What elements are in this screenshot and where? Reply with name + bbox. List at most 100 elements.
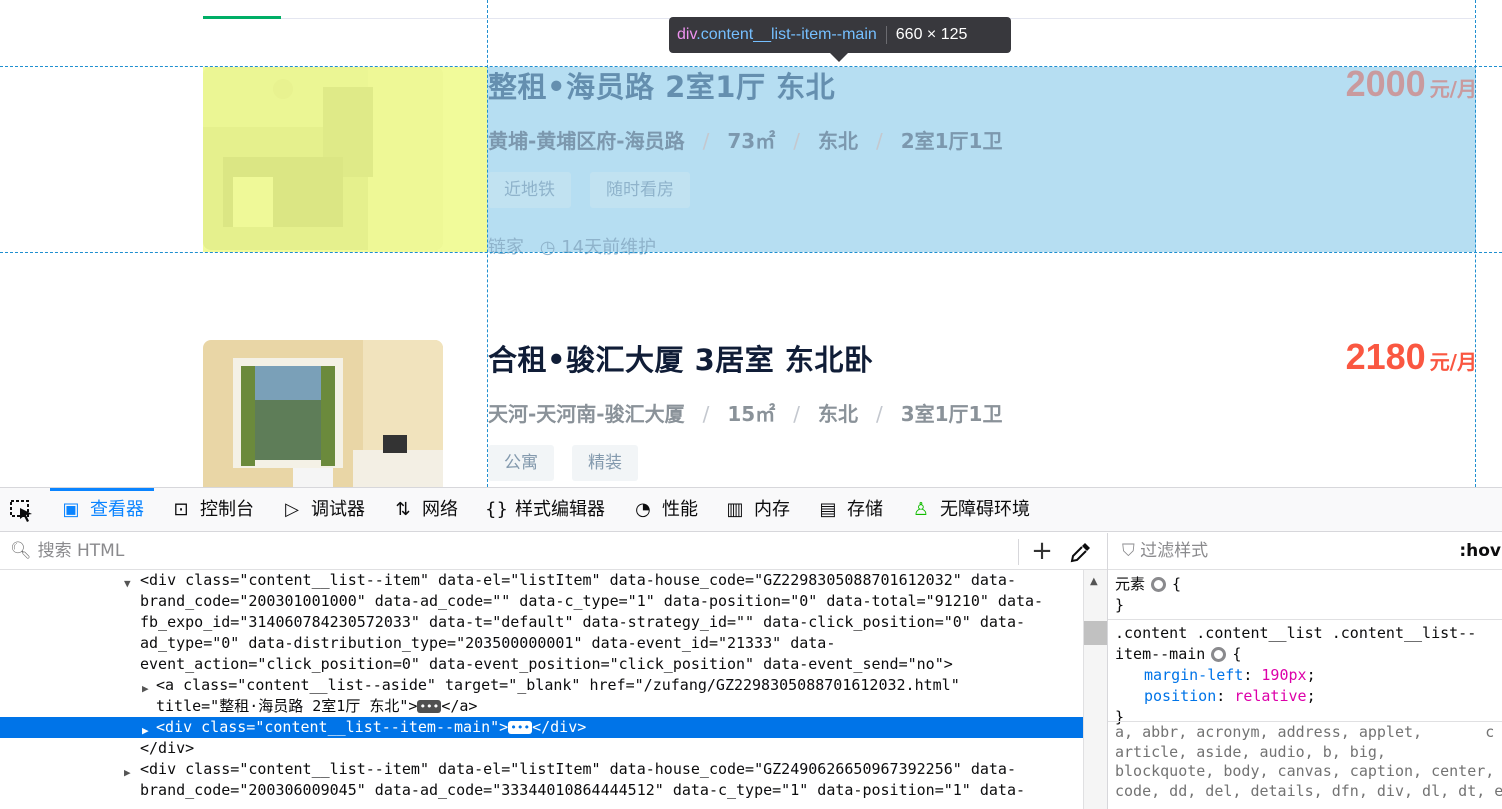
property-name[interactable]: margin-left bbox=[1144, 666, 1243, 684]
markup-view: ▼ <div class="content__list--item" data-e… bbox=[0, 570, 1083, 809]
tab-console[interactable]: ⊡ 控制台 bbox=[170, 488, 254, 532]
performance-icon: ◔ bbox=[635, 499, 651, 520]
markup-line[interactable]: </div> bbox=[0, 738, 1083, 759]
separator: / bbox=[875, 402, 883, 426]
markup-text: </div> bbox=[140, 739, 195, 757]
network-icon: ⇅ bbox=[395, 499, 411, 520]
search-placeholder: 搜索 HTML bbox=[37, 541, 125, 561]
css-rule: .content .content__list .content__list--… bbox=[1115, 623, 1500, 728]
separator: / bbox=[875, 129, 883, 153]
listing-2-photo[interactable] bbox=[203, 340, 443, 487]
tab-inspector[interactable]: ▣ 查看器 bbox=[50, 488, 154, 532]
listing-2-orientation: 东北 bbox=[817, 402, 858, 426]
tab-memory[interactable]: ▥ 内存 bbox=[724, 488, 790, 532]
markup-text: event_action="click_position=0" data-eve… bbox=[140, 655, 953, 673]
markup-text: <a class="content__list--aside" target="… bbox=[156, 676, 960, 694]
markup-text: <div class="content__list--item" data-el… bbox=[140, 571, 1016, 589]
element-picker-icon[interactable] bbox=[10, 500, 34, 522]
markup-line[interactable]: brand_code="200301001000" data-ad_code="… bbox=[0, 591, 1083, 612]
listing-2-photo-image bbox=[203, 340, 443, 487]
tab-storage[interactable]: ▤ 存储 bbox=[817, 488, 883, 532]
listing-2-title[interactable]: 合租•骏汇大厦 3居室 东北卧 bbox=[488, 337, 873, 379]
separator: / bbox=[702, 402, 710, 426]
markup-text: brand_code="200301001000" data-ad_code="… bbox=[140, 592, 1044, 610]
markup-line-selected[interactable]: ▶ <div class="content__list--item--main">… bbox=[0, 717, 1083, 738]
tooltip-tag: div bbox=[677, 26, 697, 43]
gear-icon[interactable] bbox=[1151, 577, 1167, 592]
scrollbar-thumb[interactable] bbox=[1084, 621, 1107, 645]
markup-line[interactable]: ▶ <a class="content__list--aside" target=… bbox=[0, 675, 1083, 696]
property-value[interactable]: 190px bbox=[1261, 666, 1306, 684]
accessibility-icon: ♙ bbox=[912, 499, 930, 520]
property-value[interactable]: relative bbox=[1234, 687, 1306, 705]
tab-label: 调试器 bbox=[311, 499, 365, 520]
listing-1-brand-row: 链家 ◷ 14天前维护 bbox=[488, 233, 656, 259]
brace: { bbox=[1172, 575, 1182, 593]
listing-2-location[interactable]: 天河-天河南-骏汇大厦 bbox=[488, 402, 685, 426]
property-name[interactable]: position bbox=[1144, 687, 1216, 705]
listing-2-price: 2180 元/月 bbox=[1346, 336, 1477, 378]
listing-1-layout: 2室1厅1卫 bbox=[900, 129, 1003, 153]
rule-selector[interactable]: item--main bbox=[1115, 645, 1205, 663]
tab-style-editor[interactable]: {} 样式编辑器 bbox=[485, 488, 605, 532]
listing-1-maintained: 14天前维护 bbox=[561, 237, 657, 258]
brace: { bbox=[1232, 645, 1242, 663]
selector-line: blockquote, body, canvas, caption, cente… bbox=[1115, 762, 1495, 780]
markup-scrollbar[interactable]: ▲ bbox=[1083, 570, 1107, 809]
listing-1-price: 2000 元/月 bbox=[1346, 63, 1477, 105]
filter-placeholder: 过滤样式 bbox=[1140, 541, 1209, 561]
ellipsis-badge[interactable]: ••• bbox=[417, 700, 442, 713]
listing-2-area: 15㎡ bbox=[727, 402, 776, 426]
declaration[interactable]: position: relative; bbox=[1115, 686, 1500, 707]
listing-1-title[interactable]: 整租•海员路 2室1厅 东北 bbox=[488, 64, 835, 106]
clock-icon: ◷ bbox=[539, 237, 556, 258]
listing-1-description: 黄埔-黄埔区府-海员路 / 73㎡ / 东北 / 2室1厅1卫 bbox=[488, 125, 1002, 154]
tab-accessibility[interactable]: ♙ 无障碍环境 bbox=[910, 488, 1030, 532]
tab-label: 存储 bbox=[847, 499, 883, 520]
hov-toggle[interactable]: :hov bbox=[1459, 533, 1501, 570]
rule-selector[interactable]: .content .content__list .content__list-- bbox=[1115, 623, 1500, 644]
storage-icon: ▤ bbox=[819, 499, 837, 520]
inspector-tooltip: div.content__list--item--main 660 × 125 bbox=[669, 17, 1011, 62]
declaration[interactable]: margin-left: 190px; bbox=[1115, 665, 1500, 686]
markup-text: title="整租·海员路 2室1厅 东北"> bbox=[156, 697, 418, 715]
rules-pane: ⛉ 过滤样式 :hov 元素 { } .content .content__lis… bbox=[1107, 533, 1502, 809]
markup-line[interactable]: brand_code="200306009045" data-ad_code="… bbox=[0, 780, 1083, 801]
debugger-icon: ▷ bbox=[285, 499, 299, 520]
listing-1-brand: 链家 bbox=[488, 237, 524, 258]
listing-2-layout: 3室1厅1卫 bbox=[900, 402, 1003, 426]
listing-2-description: 天河-天河南-骏汇大厦 / 15㎡ / 东北 / 3室1厅1卫 bbox=[488, 398, 1002, 427]
tab-network[interactable]: ⇅ 网络 bbox=[392, 488, 458, 532]
selector-line: article, aside, audio, b, big, bbox=[1115, 742, 1386, 761]
search-html-input[interactable]: 🔍︎ 搜索 HTML bbox=[10, 533, 124, 570]
gear-icon[interactable] bbox=[1211, 647, 1227, 662]
ellipsis-badge[interactable]: ••• bbox=[508, 721, 533, 734]
markup-line[interactable]: title="整租·海员路 2室1厅 东北"> ••• </a> bbox=[0, 696, 1083, 717]
inherited-rule-selector: a, abbr, acronym, address, applet, c arti… bbox=[1115, 723, 1502, 801]
filter-styles-input[interactable]: ⛉ 过滤样式 bbox=[1122, 533, 1208, 570]
filter-icon: ⛉ bbox=[1122, 541, 1135, 561]
markup-text: </a> bbox=[441, 697, 478, 715]
tab-performance[interactable]: ◔ 性能 bbox=[632, 488, 698, 532]
markup-line[interactable]: ad_type="0" data-distribution_type="2035… bbox=[0, 633, 1083, 654]
markup-line[interactable]: ▶ <div class="content__list--item" data-e… bbox=[0, 759, 1083, 780]
scroll-up-icon[interactable]: ▲ bbox=[1090, 576, 1098, 587]
separator: / bbox=[702, 129, 710, 153]
memory-icon: ▥ bbox=[726, 499, 744, 520]
listing-1-location[interactable]: 黄埔-黄埔区府-海员路 bbox=[488, 129, 685, 153]
selector-line: a, abbr, acronym, address, applet, c bbox=[1115, 723, 1495, 741]
tab-label: 查看器 bbox=[90, 499, 144, 520]
guide-line-left bbox=[487, 0, 488, 487]
eyedropper-icon[interactable] bbox=[1070, 541, 1092, 563]
active-tab-indicator bbox=[203, 16, 281, 19]
add-node-button[interactable]: + bbox=[1030, 536, 1054, 566]
devtools-tabbar: ▣ 查看器 ⊡ 控制台 ▷ 调试器 ⇅ 网络 {} 样式编辑器 ◔ 性能 ▥ 内存 ▤ 存储 ♙… bbox=[0, 488, 1502, 532]
markup-line[interactable]: ▼ <div class="content__list--item" data-e… bbox=[0, 570, 1083, 591]
tooltip-size: 660 × 125 bbox=[895, 26, 968, 43]
markup-line[interactable]: fb_expo_id="314060784230572033" data-t="… bbox=[0, 612, 1083, 633]
markup-line[interactable]: event_action="click_position=0" data-eve… bbox=[0, 654, 1083, 675]
webpage-viewport: 整租•海员路 2室1厅 东北 2000 元/月 黄埔-黄埔区府-海员路/73㎡ / 东… bbox=[0, 0, 1502, 487]
listing-1-tag: 随时看房 bbox=[590, 172, 690, 208]
tab-debugger[interactable]: ▷ 调试器 bbox=[281, 488, 365, 532]
listing-1-tag: 近地铁 bbox=[488, 172, 571, 208]
